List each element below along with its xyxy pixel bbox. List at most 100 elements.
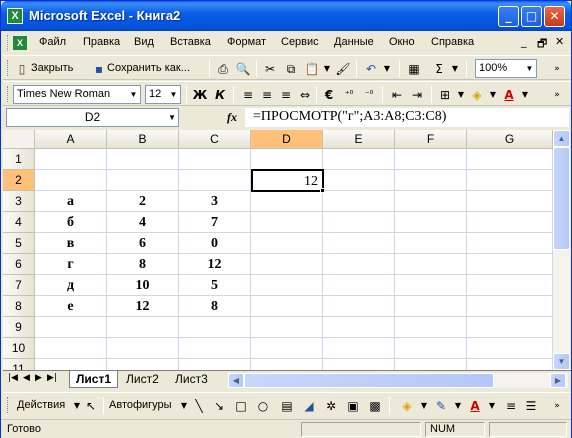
decrease-decimal-icon[interactable]: ⁻⁰	[361, 87, 377, 103]
cell-b6[interactable]: 8	[107, 254, 179, 275]
zoom-select[interactable]: 100% ▼	[475, 59, 537, 78]
grid-cell[interactable]	[467, 359, 553, 370]
row-header-4[interactable]: 4	[3, 212, 35, 233]
close-button[interactable]: ✕	[544, 6, 565, 27]
doc-restore-button[interactable]: 🗗	[537, 35, 547, 54]
scroll-thumb[interactable]	[553, 147, 570, 250]
arrow-icon[interactable]: ↘	[211, 398, 227, 414]
format-painter-icon[interactable]: 🖌	[335, 61, 351, 77]
minimize-button[interactable]: _	[498, 6, 519, 27]
menu-format[interactable]: Формат	[227, 36, 266, 48]
copy-icon[interactable]: ⧉	[283, 61, 299, 77]
autoshapes-menu[interactable]: Автофигуры	[109, 397, 172, 414]
grid-cell[interactable]	[323, 338, 395, 359]
scroll-up-icon[interactable]: ▲	[553, 130, 570, 147]
grid-cell[interactable]	[395, 212, 467, 233]
fill-handle[interactable]	[320, 188, 325, 193]
grid-cell[interactable]	[107, 359, 179, 370]
formula-input[interactable]: =ПРОСМОТР("г";A3:A8;C3:C8)	[245, 108, 569, 127]
cell-b5[interactable]: 6	[107, 233, 179, 254]
grid-cell[interactable]	[107, 149, 179, 170]
merge-center-icon[interactable]: ⇔	[297, 87, 313, 103]
grid-cell[interactable]	[395, 149, 467, 170]
scroll-down-icon[interactable]: ▼	[553, 353, 570, 370]
grid-cell[interactable]	[395, 296, 467, 317]
bold-button[interactable]: Ж	[192, 87, 208, 103]
column-header-b[interactable]: B	[107, 130, 179, 149]
cell-a5[interactable]: в	[35, 233, 107, 254]
cell-c7[interactable]: 5	[179, 275, 251, 296]
print-preview-icon[interactable]: 🔍	[235, 61, 251, 77]
cell-c3[interactable]: 3	[179, 191, 251, 212]
grid-cell[interactable]	[107, 317, 179, 338]
rectangle-icon[interactable]: □	[233, 398, 249, 414]
column-header-d[interactable]: D	[251, 130, 323, 149]
menu-insert[interactable]: Вставка	[170, 36, 211, 48]
grid-cell[interactable]	[323, 149, 395, 170]
line-icon[interactable]: ╲	[191, 398, 207, 414]
grid-cell[interactable]	[395, 359, 467, 370]
grid-cell[interactable]	[323, 212, 395, 233]
font-size-dropdown-icon[interactable]: ▼	[167, 86, 180, 103]
cell-b7[interactable]: 10	[107, 275, 179, 296]
grid-cell[interactable]	[251, 338, 323, 359]
fill-color-dropdown-icon[interactable]: ▼	[416, 398, 432, 414]
grid-cell[interactable]	[251, 149, 323, 170]
scroll-left-icon[interactable]: ◀	[228, 373, 244, 388]
font-name-select[interactable]: Times New Roman ▼	[13, 85, 141, 104]
row-header-1[interactable]: 1	[3, 149, 35, 170]
toolbar-grip[interactable]	[7, 60, 10, 76]
undo-icon[interactable]: ↶	[363, 61, 379, 77]
wordart-icon[interactable]: ◢	[301, 398, 317, 414]
grid-cell[interactable]	[251, 275, 323, 296]
cell-b8[interactable]: 12	[107, 296, 179, 317]
close-doc-button[interactable]: Закрыть	[31, 60, 73, 77]
grid-cell[interactable]	[323, 170, 395, 191]
cut-icon[interactable]: ✂	[262, 61, 278, 77]
grid-cell[interactable]	[323, 233, 395, 254]
menu-tools[interactable]: Сервис	[281, 36, 319, 48]
actions-menu[interactable]: Действия	[17, 397, 65, 414]
grid-cell[interactable]	[179, 317, 251, 338]
grid-cell[interactable]	[467, 275, 553, 296]
grid-cell[interactable]	[251, 359, 323, 370]
grid-cell[interactable]	[395, 338, 467, 359]
horizontal-scrollbar[interactable]: ◀ ▶	[228, 373, 568, 388]
borders-icon[interactable]: ⊞	[437, 87, 453, 103]
sheet-tab-2[interactable]: Лист2	[120, 371, 165, 388]
grid-cell[interactable]	[395, 254, 467, 275]
grid-cell[interactable]	[395, 317, 467, 338]
save-as-button[interactable]: Сохранить как...	[107, 60, 190, 77]
row-header-5[interactable]: 5	[3, 233, 35, 254]
autosum-dropdown-icon[interactable]: ▼	[447, 61, 463, 77]
autoshapes-dropdown-icon[interactable]: ▼	[176, 398, 192, 414]
cell-a8[interactable]: е	[35, 296, 107, 317]
grid-cell[interactable]	[323, 275, 395, 296]
cell-b4[interactable]: 4	[107, 212, 179, 233]
menu-window[interactable]: Окно	[389, 36, 415, 48]
grid-cell[interactable]	[395, 191, 467, 212]
undo-dropdown-icon[interactable]: ▼	[379, 61, 395, 77]
textbox-icon[interactable]: ▤	[279, 398, 295, 414]
autosum-icon[interactable]: Σ	[431, 61, 447, 77]
menu-data[interactable]: Данные	[334, 36, 374, 48]
cell-c4[interactable]: 7	[179, 212, 251, 233]
grid-cell[interactable]	[467, 296, 553, 317]
scroll-right-icon[interactable]: ▶	[550, 373, 566, 388]
insert-function-icon[interactable]: fx	[227, 110, 237, 125]
align-right-icon[interactable]: ≡	[278, 87, 294, 103]
cell-c8[interactable]: 8	[179, 296, 251, 317]
font-size-select[interactable]: 12 ▼	[145, 85, 181, 104]
next-sheet-icon[interactable]: ▶	[35, 373, 42, 383]
cell-c5[interactable]: 0	[179, 233, 251, 254]
select-objects-icon[interactable]: ↖	[83, 398, 99, 414]
grid-cell[interactable]	[467, 317, 553, 338]
menu-edit[interactable]: Правка	[83, 36, 120, 48]
insert-picture-icon[interactable]: ▩	[367, 398, 383, 414]
font-color-icon[interactable]: A	[501, 87, 517, 103]
title-bar[interactable]: X Microsoft Excel - Книга2 _ □ ✕	[1, 1, 571, 31]
grid-cell[interactable]	[323, 296, 395, 317]
grid-cell[interactable]	[107, 338, 179, 359]
zoom-dropdown-icon[interactable]: ▼	[523, 60, 536, 77]
doc-minimize-button[interactable]: _	[521, 35, 527, 48]
